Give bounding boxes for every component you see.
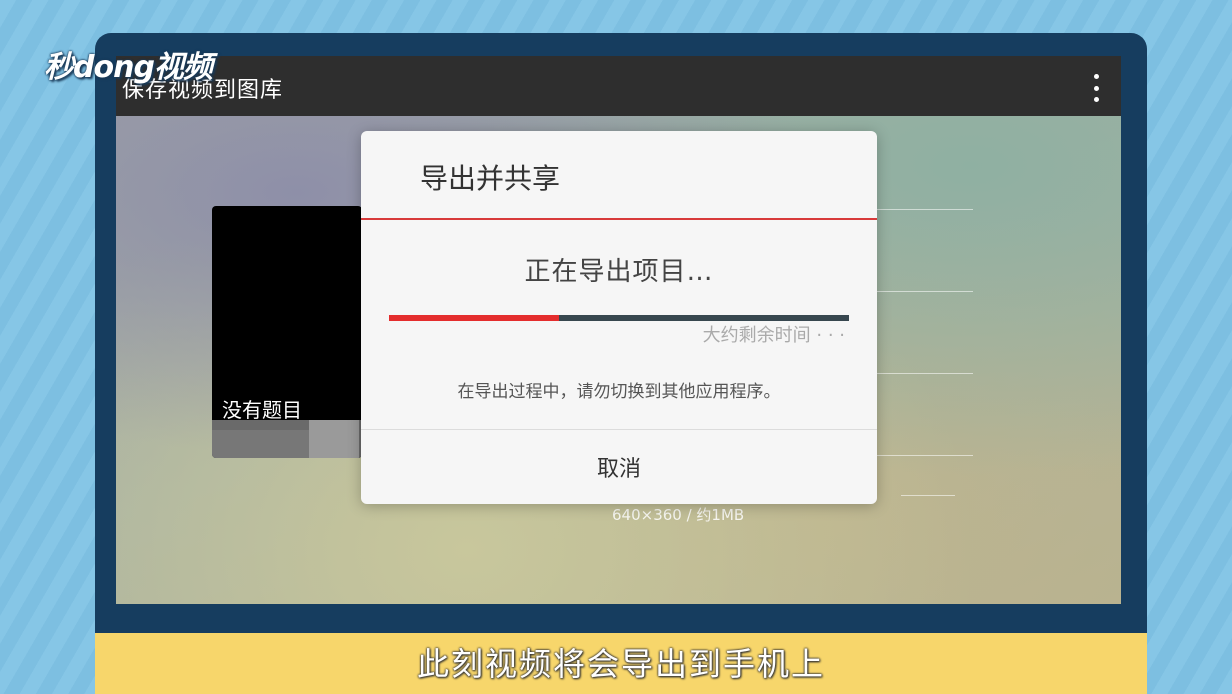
export-size-info: 640×360 / 约1MB <box>612 506 745 524</box>
export-dialog: 导出并共享 正在导出项目… 大约剩余时间 · · · 在导出过程中，请勿切换到其… <box>361 131 877 504</box>
app-bar: 保存视频到图库 <box>116 56 1121 116</box>
bg-divider-2 <box>876 291 973 292</box>
dialog-title: 导出并共享 <box>420 162 561 195</box>
time-remaining: 大约剩余时间 · · · <box>702 325 845 346</box>
caption-bar: 此刻视频将会导出到手机上 <box>95 633 1147 694</box>
export-warning: 在导出过程中，请勿切换到其他应用程序。 <box>457 382 781 402</box>
bg-divider-4 <box>876 455 973 456</box>
video-thumbnail[interactable]: 没有题目 <box>212 206 362 458</box>
app-screen: 保存视频到图库 没有题目 640×360 / 约1MB 导出并共享 正在导出项目… <box>116 56 1121 604</box>
watermark-logo: 秒dong视频 <box>44 50 213 85</box>
export-progress-fill <box>389 315 560 321</box>
bg-divider-3 <box>876 373 973 374</box>
dialog-title-divider <box>361 218 877 220</box>
more-vert-icon[interactable] <box>1091 74 1101 102</box>
bg-divider-5 <box>901 495 955 496</box>
cancel-button[interactable]: 取消 <box>361 430 877 504</box>
export-status: 正在导出项目… <box>524 257 714 287</box>
subtitle-caption: 此刻视频将会导出到手机上 <box>416 645 825 683</box>
thumbnail-strip <box>212 420 362 458</box>
bg-divider-1 <box>876 209 973 210</box>
video-title: 没有题目 <box>222 398 302 422</box>
